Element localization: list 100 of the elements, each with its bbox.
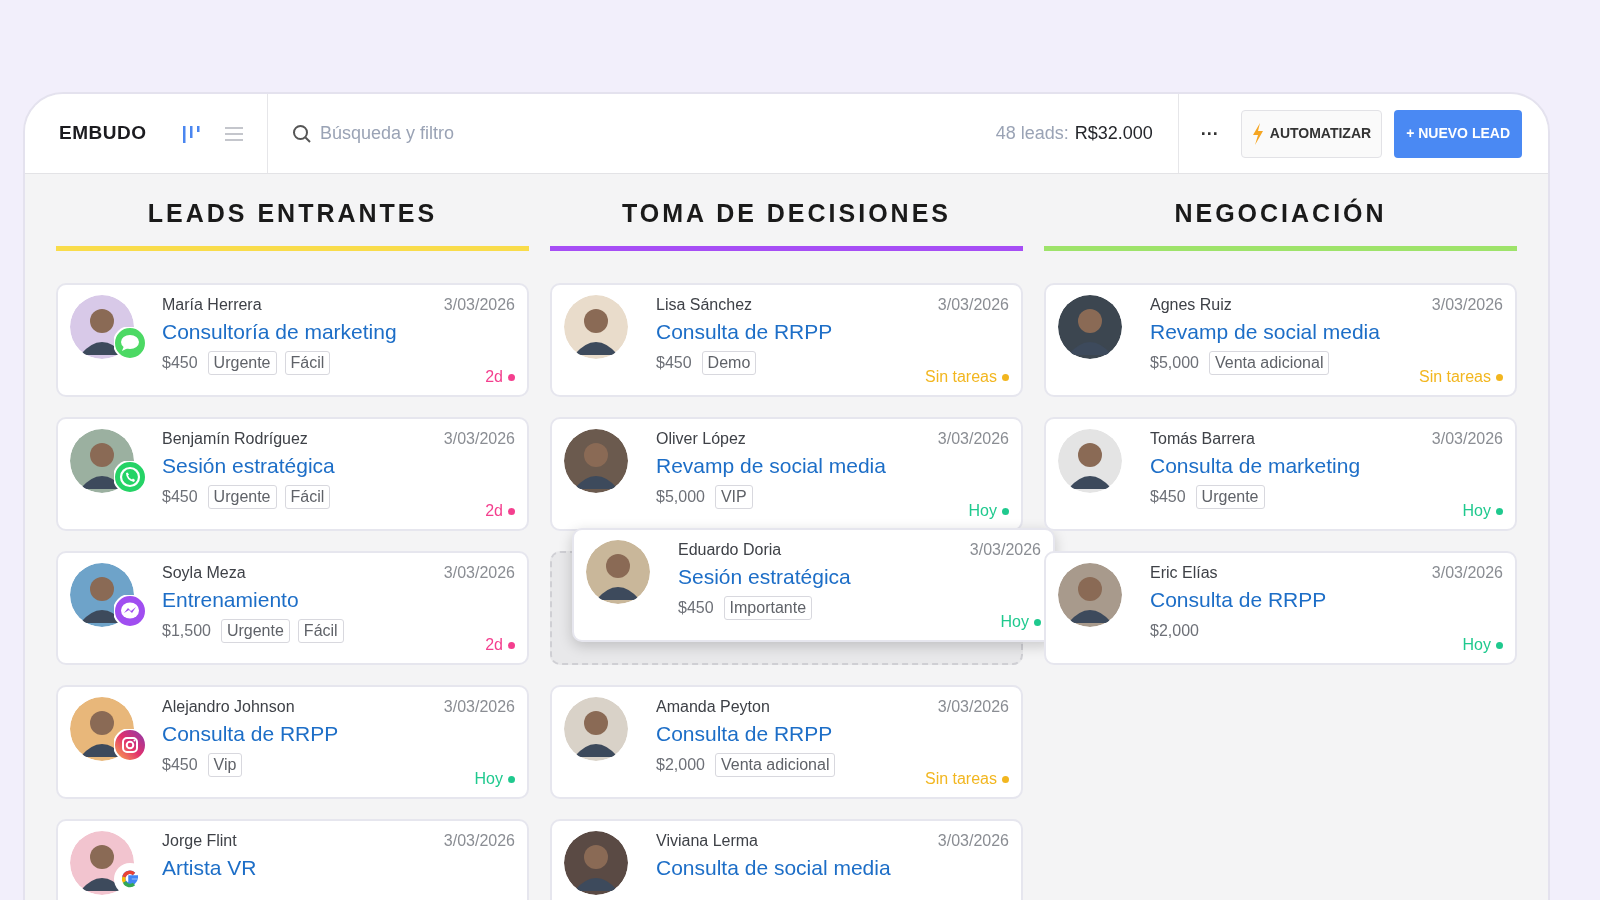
lead-name: Soyla Meza xyxy=(162,563,246,583)
lead-price: $450 xyxy=(162,487,198,507)
task-status: Hoy xyxy=(474,769,503,789)
lead-price: $5,000 xyxy=(656,487,705,507)
lead-date: 3/03/2026 xyxy=(1431,563,1503,583)
lead-price: $450 xyxy=(678,598,714,618)
lead-title[interactable]: Sesión estratégica xyxy=(162,451,515,481)
lead-tag: Urgente xyxy=(1195,485,1265,509)
lead-tag: Fácil xyxy=(284,485,331,509)
lead-card[interactable]: Oliver López 3/03/2026 Revamp de social media $5,000 VIP Hoy xyxy=(550,417,1023,531)
lead-date: 3/03/2026 xyxy=(937,831,1009,851)
lead-date: 3/03/2026 xyxy=(443,429,515,449)
lead-card[interactable]: María Herrera 3/03/2026 Consultoría de marketing $450 Urgente Fácil 2d xyxy=(56,283,529,397)
lead-name: Amanda Peyton xyxy=(656,697,770,717)
lead-tag: Venta adicional xyxy=(1208,351,1330,375)
avatar xyxy=(1058,295,1122,359)
board-title: EMBUDO xyxy=(59,121,147,146)
lead-title[interactable]: Entrenamiento xyxy=(162,585,515,615)
task-status: 2d xyxy=(485,635,503,655)
column-title: TOMA DE DECISIONES xyxy=(621,197,951,229)
automate-button[interactable]: AUTOMATIZAR xyxy=(1240,109,1383,158)
task-status: 2d xyxy=(485,367,503,387)
lead-name: Eduardo Doria xyxy=(678,540,782,560)
task-status: Hoy xyxy=(1000,612,1029,632)
lead-tag: Vip xyxy=(207,753,243,777)
more-button[interactable]: ··· xyxy=(1200,124,1219,143)
lead-title[interactable]: Sesión estratégica xyxy=(678,562,1041,592)
lead-tag: Demo xyxy=(701,351,757,375)
task-status: Hoy xyxy=(1462,501,1491,521)
lead-title[interactable]: Consulta de marketing xyxy=(1150,451,1503,481)
task-status: Sin tareas xyxy=(1418,367,1491,387)
lead-name: Lisa Sánchez xyxy=(656,295,753,315)
leads-count: 48 leads: xyxy=(995,122,1069,145)
task-status: Hoy xyxy=(968,501,997,521)
lead-title[interactable]: Consulta de social media xyxy=(656,853,1009,883)
phone-bubble-icon xyxy=(114,461,146,493)
task-status: Sin tareas xyxy=(924,769,997,789)
lead-card[interactable]: Benjamín Rodríguez 3/03/2026 Sesión estratégica $450 Urgente Fácil 2d xyxy=(56,417,529,531)
avatar xyxy=(564,831,628,895)
lead-title[interactable]: Revamp de social media xyxy=(1150,317,1503,347)
search-icon xyxy=(292,123,312,144)
avatar xyxy=(586,540,650,604)
lead-card[interactable]: Jorge Flint 3/03/2026 Artista VR xyxy=(56,819,529,900)
lead-tag: Venta adicional xyxy=(714,753,836,777)
lead-name: Jorge Flint xyxy=(162,831,237,851)
column-title: LEADS ENTRANTES xyxy=(147,197,438,229)
lead-name: Alejandro Johnson xyxy=(162,697,295,717)
lead-title[interactable]: Consultoría de marketing xyxy=(162,317,515,347)
lead-card[interactable]: Tomás Barrera 3/03/2026 Consulta de marketing $450 Urgente Hoy xyxy=(1044,417,1517,531)
lead-name: Benjamín Rodríguez xyxy=(162,429,308,449)
lead-name: Eric Elías xyxy=(1150,563,1218,583)
lead-title[interactable]: Consulta de RRPP xyxy=(656,719,1009,749)
lead-card[interactable]: Soyla Meza 3/03/2026 Entrenamiento $1,500 Urgente Fácil 2d xyxy=(56,551,529,665)
lead-card[interactable]: Agnes Ruiz 3/03/2026 Revamp de social media $5,000 Venta adicional Sin tareas xyxy=(1044,283,1517,397)
lead-name: María Herrera xyxy=(162,295,262,315)
lead-name: Agnes Ruiz xyxy=(1150,295,1232,315)
lead-name: Tomás Barrera xyxy=(1150,429,1255,449)
lead-tag: Urgente xyxy=(207,485,277,509)
dragged-lead-card[interactable]: Eduardo Doria 3/03/2026 Sesión estratégica $450 Importante Hoy xyxy=(572,528,1055,642)
lead-card[interactable]: Lisa Sánchez 3/03/2026 Consulta de RRPP $450 Demo Sin tareas xyxy=(550,283,1023,397)
lead-title[interactable]: Consulta de RRPP xyxy=(656,317,1009,347)
lead-date: 3/03/2026 xyxy=(937,697,1009,717)
lead-tag: Urgente xyxy=(207,351,277,375)
lead-title[interactable]: Revamp de social media xyxy=(656,451,1009,481)
lead-price: $450 xyxy=(162,755,198,775)
avatar xyxy=(564,295,628,359)
lead-tag: VIP xyxy=(714,485,753,509)
task-status: Sin tareas xyxy=(924,367,997,387)
avatar xyxy=(1058,429,1122,493)
lead-title[interactable]: Consulta de RRPP xyxy=(162,719,515,749)
lead-price: $2,000 xyxy=(656,755,705,775)
lead-date: 3/03/2026 xyxy=(443,697,515,717)
lead-price: $450 xyxy=(162,353,198,373)
lead-card[interactable]: Alejandro Johnson 3/03/2026 Consulta de RRPP $450 Vip Hoy xyxy=(56,685,529,799)
lead-date: 3/03/2026 xyxy=(937,295,1009,315)
lead-card[interactable]: Eric Elías 3/03/2026 Consulta de RRPP $2,000 Hoy xyxy=(1044,551,1517,665)
lead-date: 3/03/2026 xyxy=(937,429,1009,449)
lead-price: $450 xyxy=(656,353,692,373)
lead-title[interactable]: Consulta de RRPP xyxy=(1150,585,1503,615)
lightning-icon xyxy=(1251,122,1264,145)
lead-tag: Fácil xyxy=(297,619,344,643)
search-field[interactable]: Búsqueda y filtro xyxy=(320,120,620,147)
lead-date: 3/03/2026 xyxy=(443,831,515,851)
lead-tag: Importante xyxy=(723,596,813,620)
lead-card[interactable]: Amanda Peyton 3/03/2026 Consulta de RRPP $2,000 Venta adicional Sin tareas xyxy=(550,685,1023,799)
lead-price: $1,500 xyxy=(162,621,211,641)
lead-tag: Fácil xyxy=(284,351,331,375)
task-status: Hoy xyxy=(1462,635,1491,655)
lead-date: 3/03/2026 xyxy=(1431,429,1503,449)
avatar xyxy=(564,697,628,761)
camera-icon xyxy=(114,729,146,761)
lead-date: 3/03/2026 xyxy=(969,540,1041,560)
lead-title[interactable]: Artista VR xyxy=(162,853,515,883)
lead-card[interactable]: Viviana Lerma 3/03/2026 Consulta de social media xyxy=(550,819,1023,900)
lead-price: $5,000 xyxy=(1150,353,1199,373)
avatar xyxy=(1058,563,1122,627)
lead-price: $2,000 xyxy=(1150,621,1199,641)
lightning-bubble-icon xyxy=(114,595,146,627)
lead-price: $450 xyxy=(1150,487,1186,507)
lead-date: 3/03/2026 xyxy=(443,563,515,583)
